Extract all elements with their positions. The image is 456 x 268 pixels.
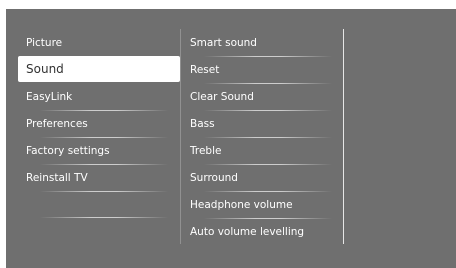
submenu-divider <box>204 218 332 219</box>
menu-divider <box>40 164 168 165</box>
submenu-divider <box>204 164 332 165</box>
menu-divider <box>40 137 168 138</box>
submenu-item-reset[interactable]: Reset <box>182 59 344 81</box>
menu-item-sound[interactable]: Sound <box>18 56 180 82</box>
menu-item-picture[interactable]: Picture <box>18 32 180 54</box>
submenu-item-headphone-volume[interactable]: Headphone volume <box>182 194 344 216</box>
submenu-divider <box>204 56 332 57</box>
submenu-divider <box>204 83 332 84</box>
menu-item-reinstall-tv[interactable]: Reinstall TV <box>18 167 180 189</box>
submenu-item-auto-volume-levelling[interactable]: Auto volume levelling <box>182 221 344 243</box>
submenu-divider <box>204 110 332 111</box>
column-divider-right <box>343 29 344 244</box>
menu-divider <box>40 110 168 111</box>
submenu-item-treble[interactable]: Treble <box>182 140 344 162</box>
menu-item-easylink[interactable]: EasyLink <box>18 86 180 108</box>
submenu-item-bass[interactable]: Bass <box>182 113 344 135</box>
submenu-item-clear-sound[interactable]: Clear Sound <box>182 86 344 108</box>
menu-item-factory-settings[interactable]: Factory settings <box>18 140 180 162</box>
column-divider-left <box>180 29 181 244</box>
submenu-divider <box>204 191 332 192</box>
menu-divider <box>40 191 168 192</box>
submenu-item-smart-sound[interactable]: Smart sound <box>182 32 344 54</box>
submenu-item-surround[interactable]: Surround <box>182 167 344 189</box>
tv-settings-screen: Picture Sound EasyLink Preferences Facto… <box>6 9 456 268</box>
submenu-divider <box>204 137 332 138</box>
menu-item-preferences[interactable]: Preferences <box>18 113 180 135</box>
menu-divider <box>40 217 168 218</box>
